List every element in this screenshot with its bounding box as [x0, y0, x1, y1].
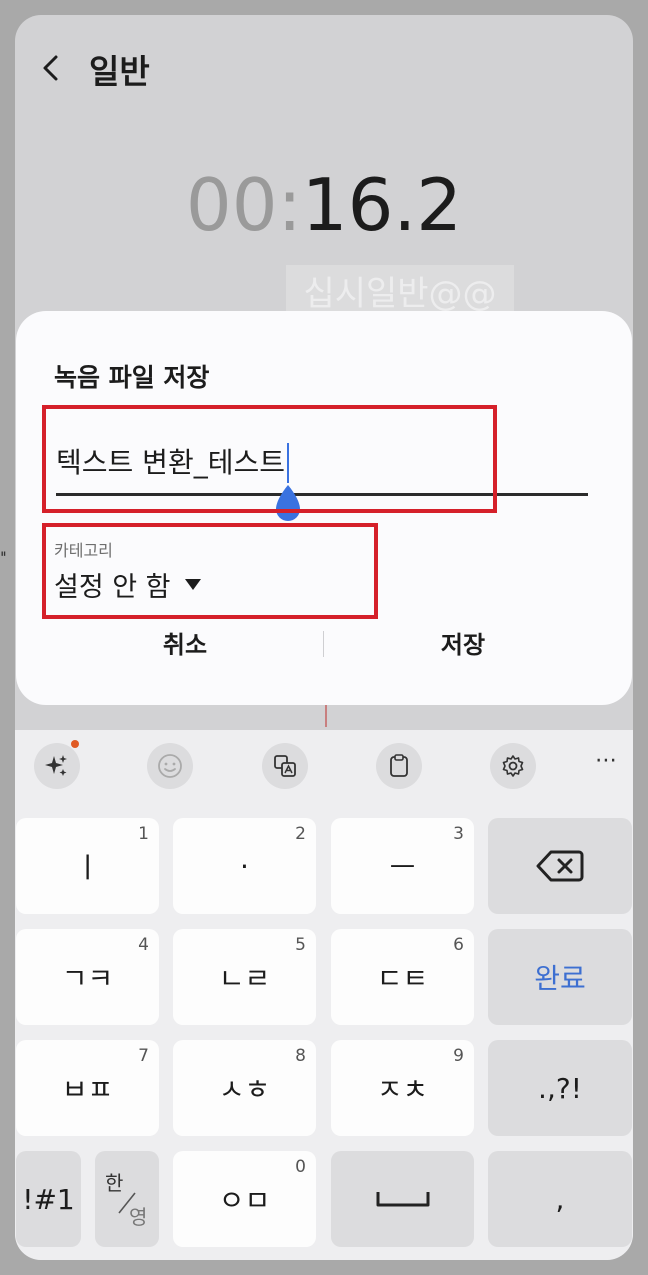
key-number: 6	[453, 935, 464, 955]
key-j-ch[interactable]: ㅈㅊ 9	[331, 1040, 474, 1136]
comma-label: ,	[555, 1182, 565, 1216]
key-label: ·	[240, 849, 249, 883]
key-number: 7	[138, 1046, 149, 1066]
key-number: 4	[138, 935, 149, 955]
key-label: ㅣ	[74, 851, 101, 884]
screen-title: 일반	[89, 52, 150, 91]
key-number: 0	[295, 1157, 306, 1177]
emoji-icon[interactable]	[147, 743, 193, 789]
key-number: 9	[453, 1046, 464, 1066]
dialog-title: 녹음 파일 저장	[54, 363, 210, 392]
symbols-key[interactable]: !#1	[16, 1151, 81, 1247]
key-label: ㄴㄹ	[218, 962, 271, 995]
lang-english-label: 영	[129, 1205, 148, 1229]
highlight-box-category	[42, 523, 378, 619]
key-label: ㄱㅋ	[61, 962, 114, 995]
language-switch-key[interactable]: 한 영	[95, 1151, 159, 1247]
key-number: 5	[295, 935, 306, 955]
key-ng-m[interactable]: ㅇㅁ 0	[173, 1151, 316, 1247]
punctuation-key[interactable]: .,?!	[488, 1040, 632, 1136]
edge-dots: ''	[0, 548, 7, 567]
playhead-marker	[325, 705, 327, 727]
highlight-box-filename	[42, 405, 497, 513]
key-number: 3	[453, 824, 464, 844]
key-g-k[interactable]: ㄱㅋ 4	[16, 929, 159, 1025]
key-s-h[interactable]: ㅅㅎ 8	[173, 1040, 316, 1136]
save-button[interactable]: 저장	[318, 625, 608, 665]
key-number: 1	[138, 824, 149, 844]
punctuation-label: .,?!	[538, 1071, 582, 1105]
keyboard-toolbar: ⋯	[15, 730, 633, 800]
korean-keyboard: ㅣ 1 · 2 ㅡ 3 ㄱㅋ 4 ㄴㄹ 5 ㄷㅌ 6 완료 ㅂㅍ 7 ㅅㅎ 8 …	[15, 800, 633, 1260]
key-label: ㅅㅎ	[218, 1073, 271, 1106]
key-label: ㅂㅍ	[61, 1073, 114, 1106]
key-n-r[interactable]: ㄴㄹ 5	[173, 929, 316, 1025]
symbols-label: !#1	[22, 1182, 75, 1216]
timer-seconds: 16.2	[301, 163, 463, 247]
notification-dot	[71, 740, 79, 748]
key-b-p[interactable]: ㅂㅍ 7	[16, 1040, 159, 1136]
key-d-t[interactable]: ㄷㅌ 6	[331, 929, 474, 1025]
comma-key[interactable]: ,	[488, 1151, 632, 1247]
key-number: 2	[295, 824, 306, 844]
key-label: ㅡ	[389, 851, 416, 884]
back-arrow-icon[interactable]	[37, 53, 67, 83]
backspace-key[interactable]	[488, 818, 632, 914]
key-label: ㅈㅊ	[376, 1073, 429, 1106]
clipboard-icon[interactable]	[376, 743, 422, 789]
more-icon[interactable]: ⋯	[595, 748, 618, 773]
translate-icon[interactable]	[262, 743, 308, 789]
space-icon	[376, 1192, 429, 1207]
key-vowel-i[interactable]: ㅣ 1	[16, 818, 159, 914]
key-vowel-dot[interactable]: · 2	[173, 818, 316, 914]
done-label: 완료	[534, 962, 586, 995]
space-key[interactable]	[331, 1151, 474, 1247]
key-vowel-eu[interactable]: ㅡ 3	[331, 818, 474, 914]
done-key[interactable]: 완료	[488, 929, 632, 1025]
timer-minutes: 00:	[185, 163, 302, 247]
recording-timer: 00:16.2	[15, 163, 633, 247]
key-label: ㄷㅌ	[376, 962, 429, 995]
key-number: 8	[295, 1046, 306, 1066]
save-recording-dialog: 녹음 파일 저장 텍스트 변환_테스트 카테고리 설정 안 함 취소 저장	[16, 311, 632, 705]
key-label: ㅇㅁ	[218, 1184, 271, 1217]
ai-sparkle-icon[interactable]	[34, 743, 80, 789]
cancel-button[interactable]: 취소	[40, 625, 330, 665]
backspace-icon	[536, 850, 584, 882]
settings-icon[interactable]	[490, 743, 536, 789]
